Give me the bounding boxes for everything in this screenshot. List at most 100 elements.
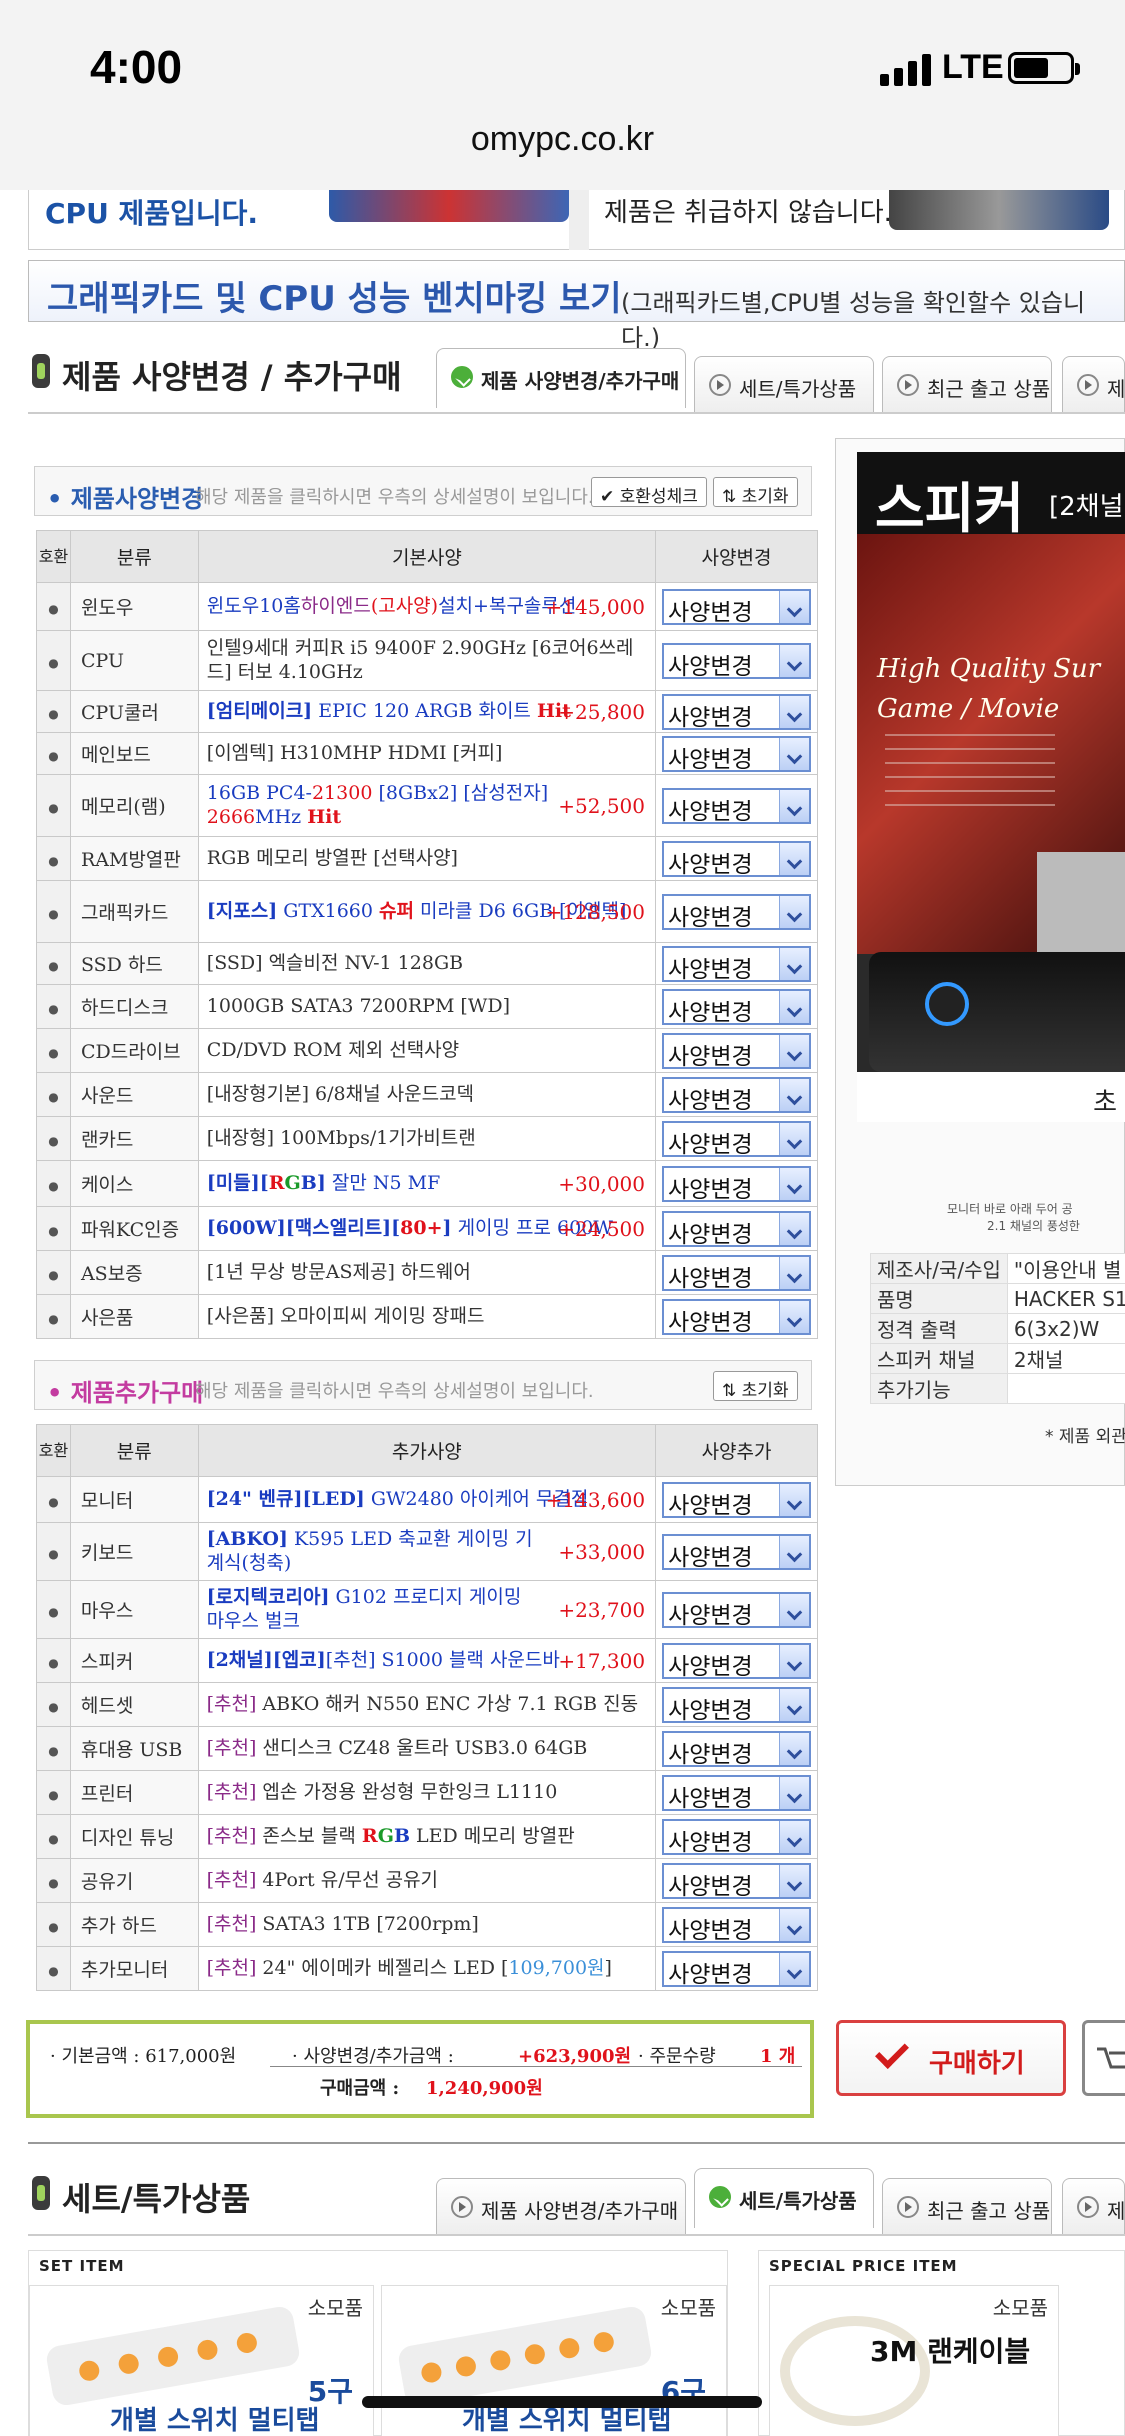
product-card[interactable]: 소모품 3M 랜케이블: [769, 2285, 1059, 2436]
table-row[interactable]: 사운드 [내장형기본] 6/8채널 사운드코덱 사양변경: [36, 1072, 818, 1117]
base-price: · 기본금액 : 617,000원: [50, 2046, 237, 2067]
order-quantity[interactable]: 1 개: [760, 2042, 795, 2068]
spec-select[interactable]: 사양변경: [662, 1642, 811, 1679]
tab-more[interactable]: 제: [1062, 356, 1125, 412]
table-row[interactable]: 키보드 [ABKO] K595 LED 축교환 게이밍 기계식(청축)+33,0…: [36, 1522, 818, 1581]
spec-select[interactable]: 사양변경: [662, 988, 811, 1025]
status-bar: [0, 0, 1125, 190]
order-summary: · 기본금액 : 617,000원 · 사양변경/추가금액 : +623,900…: [26, 2020, 814, 2118]
chevron-down-icon: [779, 1167, 809, 1200]
tab-recent[interactable]: 최근 출고 상품: [882, 356, 1052, 412]
address-bar[interactable]: omypc.co.kr: [0, 120, 1125, 159]
table-row[interactable]: 그래픽카드 [지포스] GTX1660 슈퍼 미라클 D6 6GB [이엠텍]+…: [36, 880, 818, 943]
product-card[interactable]: 소모품 6구 개별 스위치 멀티탭: [381, 2285, 727, 2436]
table-row[interactable]: 마우스 [로지텍코리아] G102 프로디지 게이밍 마우스 벌크+23,700…: [36, 1580, 818, 1639]
table-row[interactable]: 헤드셋 [추천] ABKO 해커 N550 ENC 가상 7.1 RGB 진동 …: [36, 1682, 818, 1727]
benchmark-banner[interactable]: 그래픽카드 및 CPU 성능 벤치마킹 보기 (그래픽카드별,CPU별 성능을 …: [28, 260, 1125, 352]
spec-select[interactable]: 사양변경: [662, 1032, 811, 1069]
spec-select[interactable]: 사양변경: [662, 1730, 811, 1767]
add-purchase-header: • 제품추가구매 해당 제품을 클릭하시면 우측의 상세설명이 보입니다. ⇅ …: [34, 1360, 812, 1410]
benchmark-title: 그래픽카드 및 CPU 성능 벤치마킹 보기: [47, 279, 622, 319]
spec-select[interactable]: 사양변경: [662, 693, 811, 730]
spec-select[interactable]: 사양변경: [662, 787, 811, 824]
spec-select[interactable]: 사양변경: [662, 642, 811, 679]
reset-button[interactable]: ⇅ 초기화: [713, 1371, 798, 1401]
tab-spec-change[interactable]: 제품 사양변경/추가구매: [436, 2178, 686, 2234]
cart-icon: [1097, 2047, 1125, 2069]
table-row[interactable]: AS보증 [1년 무상 방문AS제공] 하드웨어 사양변경: [36, 1250, 818, 1295]
compat-check-button[interactable]: ✔ 호환성체크: [591, 477, 707, 507]
spec-select[interactable]: 사양변경: [662, 588, 811, 625]
spec-select[interactable]: 사양변경: [662, 945, 811, 982]
table-row[interactable]: CPU쿨러 [엄티메이크] EPIC 120 ARGB 화이트 Hit+25,8…: [36, 690, 818, 733]
banner-left-text: CPU 제품입니다.: [45, 197, 258, 230]
spec-select[interactable]: 사양변경: [662, 893, 811, 930]
play-circle-icon: [897, 2196, 919, 2218]
chevron-down-icon: [779, 1644, 809, 1677]
spec-select[interactable]: 사양변경: [662, 1906, 811, 1943]
spec-select[interactable]: 사양변경: [662, 1120, 811, 1157]
table-row[interactable]: 파워KC인증 [600W][맥스엘리트][80+] 게이밍 프로 600W+24…: [36, 1206, 818, 1251]
table-row[interactable]: RAM방열판 RGB 메모리 방열판 [선택사양] 사양변경: [36, 836, 818, 881]
chevron-down-icon: [779, 947, 809, 980]
spec-select[interactable]: 사양변경: [662, 1076, 811, 1113]
chevron-down-icon: [779, 644, 809, 677]
spec-select[interactable]: 사양변경: [662, 1533, 811, 1570]
tab-recent[interactable]: 최근 출고 상품: [882, 2178, 1052, 2234]
product-note: * 제품 외관: [1045, 1427, 1125, 1447]
battery-icon: [1008, 52, 1080, 84]
status-time: 4:00: [90, 41, 183, 93]
total-price: 1,240,900원: [426, 2078, 543, 2099]
table-row[interactable]: CD드라이브 CD/DVD ROM 제외 선택사양 사양변경: [36, 1028, 818, 1073]
table-row[interactable]: 디자인 튜닝 [추천] 존스보 블랙 RGB LED 메모리 방열판 사양변경: [36, 1814, 818, 1859]
chevron-down-icon: [779, 1212, 809, 1245]
header-compat: 호환: [36, 530, 71, 583]
table-row[interactable]: 휴대용 USB [추천] 샌디스크 CZ48 울트라 USB3.0 64GB 사…: [36, 1726, 818, 1771]
table-row[interactable]: 모니터 [24" 벤큐][LED] GW2480 아이케어 무결점+143,60…: [36, 1476, 818, 1523]
section-title: 제품 사양변경 / 추가구매: [62, 358, 402, 396]
spec-select[interactable]: 사양변경: [662, 735, 811, 772]
table-row[interactable]: 스피커 [2채널][엡코][추천] S1000 블랙 사운드바+17,300 사…: [36, 1638, 818, 1683]
buy-button[interactable]: 구매하기: [836, 2020, 1066, 2096]
table-row[interactable]: 추가모니터 [추천] 24" 에이메카 베젤리스 LED [109,700원] …: [36, 1946, 818, 1991]
spec-select[interactable]: 사양변경: [662, 1591, 811, 1628]
tab-set-special[interactable]: 세트/특가상품: [694, 356, 874, 412]
spec-select[interactable]: 사양변경: [662, 1298, 811, 1335]
spec-select[interactable]: 사양변경: [662, 1862, 811, 1899]
tab-spec-change[interactable]: 제품 사양변경/추가구매: [436, 348, 686, 408]
table-row[interactable]: 케이스 [미들][RGB] 잘만 N5 MF+30,000 사양변경: [36, 1160, 818, 1207]
spec-select[interactable]: 사양변경: [662, 1481, 811, 1518]
spec-select[interactable]: 사양변경: [662, 1165, 811, 1202]
cart-button[interactable]: [1082, 2020, 1125, 2096]
home-indicator[interactable]: [362, 2396, 762, 2408]
table-row[interactable]: 하드디스크 1000GB SATA3 7200RPM [WD] 사양변경: [36, 984, 818, 1029]
table-row[interactable]: 추가 하드 [추천] SATA3 1TB [7200rpm] 사양변경: [36, 1902, 818, 1947]
chevron-down-icon: [779, 1122, 809, 1155]
top-banner[interactable]: CPU 제품입니다. 제품은 취급하지 않습니다.: [28, 190, 1125, 250]
section-bullet-icon: [32, 2176, 50, 2210]
spec-select[interactable]: 사양변경: [662, 1686, 811, 1723]
table-row[interactable]: 윈도우 윈도우10홈하이엔드(고사양)설치+복구솔루션+145,000 사양변경: [36, 582, 818, 631]
spec-select[interactable]: 사양변경: [662, 1210, 811, 1247]
add-purchase-title: 제품추가구매: [70, 1379, 204, 1407]
chevron-down-icon: [779, 1864, 809, 1897]
spec-select[interactable]: 사양변경: [662, 1254, 811, 1291]
product-card[interactable]: 소모품 5구 개별 스위치 멀티탭: [29, 2285, 374, 2436]
table-row[interactable]: SSD 하드 [SSD] 엑슬비전 NV-1 128GB 사양변경: [36, 942, 818, 985]
spec-select[interactable]: 사양변경: [662, 1818, 811, 1855]
table-row[interactable]: 랜카드 [내장형] 100Mbps/1기가비트랜 사양변경: [36, 1116, 818, 1161]
tab-set-special[interactable]: 세트/특가상품: [694, 2168, 874, 2228]
table-row[interactable]: 메모리(램) 16GB PC4-21300 [8GBx2] [삼성전자]2666…: [36, 774, 818, 837]
table-row[interactable]: 공유기 [추천] 4Port 유/무선 공유기 사양변경: [36, 1858, 818, 1903]
spec-select[interactable]: 사양변경: [662, 1950, 811, 1987]
tab-more[interactable]: 제: [1062, 2178, 1125, 2234]
table-row[interactable]: 사은품 [사은품] 오마이피씨 게이밍 장패드 사양변경: [36, 1294, 818, 1339]
spec-select[interactable]: 사양변경: [662, 840, 811, 877]
set-item-panel: SET ITEM 소모품 5구 개별 스위치 멀티탭 소모품 6구 개별 스위치…: [28, 2250, 728, 2436]
table-row[interactable]: 메인보드 [이엠텍] H310MHP HDMI [커피] 사양변경: [36, 732, 818, 775]
spec-select[interactable]: 사양변경: [662, 1774, 811, 1811]
chevron-down-icon: [779, 737, 809, 770]
reset-button[interactable]: ⇅ 초기화: [713, 477, 798, 507]
table-row[interactable]: CPU 인텔9세대 커피R i5 9400F 2.90GHz [6코어6쓰레드]…: [36, 630, 818, 691]
table-row[interactable]: 프린터 [추천] 엡손 가정용 완성형 무한잉크 L1110 사양변경: [36, 1770, 818, 1815]
